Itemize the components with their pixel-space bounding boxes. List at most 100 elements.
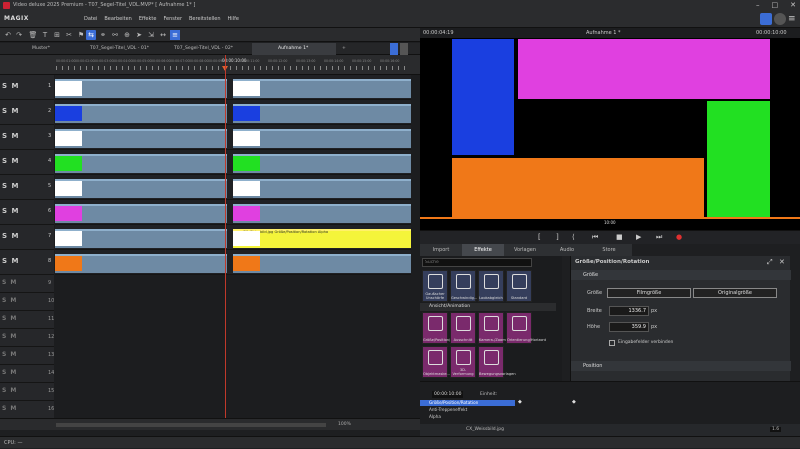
tab-aufnahme[interactable]: Aufnahme 1* <box>252 43 336 55</box>
solo-mute-buttons[interactable]: S M <box>2 315 17 322</box>
track-lane[interactable]: CX_Weissbild.jpg Größe/Position/Rotation… <box>55 225 411 250</box>
track-header[interactable]: S M 9 <box>0 275 54 293</box>
solo-mute-buttons[interactable]: S M <box>2 369 17 376</box>
track-header[interactable]: S M 1 <box>0 75 54 100</box>
snap-icon[interactable]: ⊕ <box>122 30 132 40</box>
maximize-icon[interactable]: □ <box>772 0 779 11</box>
view-storyboard-icon[interactable] <box>390 43 398 55</box>
track-header[interactable]: S M 13 <box>0 347 54 365</box>
track-lane[interactable] <box>55 75 411 100</box>
range-icon[interactable]: ↔ <box>158 30 168 40</box>
mark-out-icon[interactable]: ] <box>556 233 559 241</box>
track-header[interactable]: S M 4 <box>0 150 54 175</box>
track-lane[interactable] <box>55 125 411 150</box>
prev-marker-icon[interactable]: ⟨ <box>572 233 575 241</box>
track-header[interactable]: S M 7 <box>0 225 54 250</box>
tab-import[interactable]: Import <box>420 244 462 256</box>
track-header[interactable]: S M 14 <box>0 365 54 383</box>
solo-mute-buttons[interactable]: S M <box>2 182 19 190</box>
menu-datei[interactable]: Datei <box>84 16 97 22</box>
menu-icon[interactable]: ≡ <box>788 13 800 25</box>
originalgroesse-button[interactable]: Originalgröße <box>693 288 777 298</box>
tab-store[interactable]: Store <box>588 244 630 256</box>
kf-row-size[interactable]: Größe/Position/Rotation <box>420 400 515 406</box>
add-tab-icon[interactable]: + <box>338 43 350 55</box>
fx-ausschnitt[interactable]: Ausschnitt <box>450 312 476 344</box>
kf-page[interactable]: 1.6 <box>770 427 782 432</box>
track-header[interactable]: S M 16 <box>0 401 54 419</box>
menu-fenster[interactable]: Fenster <box>163 16 182 22</box>
group-icon[interactable]: ⚯ <box>110 30 120 40</box>
mode-icon[interactable] <box>760 13 772 25</box>
solo-mute-buttons[interactable]: S M <box>2 257 19 265</box>
tab-muster[interactable]: Muster* <box>28 43 84 55</box>
fx-3d[interactable]: 3D-Verformung <box>450 346 476 378</box>
track-header[interactable]: S M 8 <box>0 250 54 275</box>
view-timeline-icon[interactable] <box>400 43 408 55</box>
keyframe-tc[interactable]: 00:00:10:00 <box>432 391 464 398</box>
track-header[interactable]: S M 12 <box>0 329 54 347</box>
timeline-ruler[interactable]: 00:00:10:00 00:00:01:00 00:00:02:00 00:00:… <box>0 55 420 75</box>
fx-bewegung[interactable]: Bewegungsvorlagen <box>478 346 516 378</box>
tab-t07-02[interactable]: T07_Segel-Titel_VDL - 02* <box>170 43 252 55</box>
solo-mute-buttons[interactable]: S M <box>2 351 17 358</box>
solo-mute-buttons[interactable]: S M <box>2 157 19 165</box>
solo-mute-buttons[interactable]: S M <box>2 107 19 115</box>
effects-search-input[interactable] <box>422 258 532 267</box>
track-lane[interactable] <box>55 150 411 175</box>
solo-mute-buttons[interactable]: S M <box>2 333 17 340</box>
keyframe-diamond[interactable]: ◆ <box>572 399 576 405</box>
track-header[interactable]: S M 6 <box>0 200 54 225</box>
link-icon[interactable]: ⚭ <box>98 30 108 40</box>
track-lane[interactable] <box>55 200 411 225</box>
playhead-line[interactable] <box>225 55 226 418</box>
track-header[interactable]: S M 10 <box>0 293 54 311</box>
solo-mute-buttons[interactable]: S M <box>2 207 19 215</box>
track-lane[interactable] <box>55 175 411 200</box>
text-icon[interactable]: T <box>40 30 50 40</box>
fx-speed[interactable]: Geschwindig... <box>450 270 477 302</box>
close-icon[interactable]: ✕ <box>790 0 796 11</box>
tab-effekte[interactable]: Effekte <box>462 244 504 256</box>
close-panel-icon[interactable]: ✕ <box>779 258 785 266</box>
fx-look[interactable]: Lookabgleich <box>478 270 504 302</box>
split-icon[interactable]: ⊞ <box>52 30 62 40</box>
track-header[interactable]: S M 5 <box>0 175 54 200</box>
fx-size-position[interactable]: Größe/Position/Rot... <box>422 312 460 344</box>
stop-icon[interactable]: ■ <box>616 233 623 241</box>
section-position[interactable]: Position <box>571 361 791 371</box>
tab-audio[interactable]: Audio <box>546 244 588 256</box>
solo-mute-buttons[interactable]: S M <box>2 279 17 286</box>
tab-vorlagen[interactable]: Vorlagen <box>504 244 546 256</box>
track-lane[interactable] <box>55 100 411 125</box>
keyframe-diamond[interactable]: ◆ <box>518 399 522 405</box>
section-groesse[interactable]: Größe <box>571 270 791 280</box>
menu-hilfe[interactable]: Hilfe <box>228 16 239 22</box>
cut-icon[interactable]: ✂ <box>64 30 74 40</box>
link-fields-checkbox[interactable] <box>609 340 615 346</box>
arrow-icon[interactable]: ➤ <box>134 30 144 40</box>
kf-row-alpha[interactable]: Alpha <box>420 414 515 420</box>
solo-mute-buttons[interactable]: S M <box>2 405 17 412</box>
prev-frame-icon[interactable]: ⏮ <box>592 233 598 242</box>
track-header[interactable]: S M 2 <box>0 100 54 125</box>
solo-mute-buttons[interactable]: S M <box>2 387 17 394</box>
solo-mute-buttons[interactable]: S M <box>2 82 19 90</box>
fx-kamera[interactable]: Kamera-/Zoomfahrt <box>478 312 514 344</box>
filmgroesse-button[interactable]: Filmgröße <box>607 288 691 298</box>
menu-effekte[interactable]: Effekte <box>139 16 157 22</box>
fx-section-header[interactable]: Ansicht/Animation <box>420 303 556 311</box>
track-lane[interactable] <box>55 250 411 275</box>
fx-orientierung[interactable]: Orientierung/Horizont <box>506 312 546 344</box>
menu-bearbeiten[interactable]: Bearbeiten <box>104 16 131 22</box>
delete-icon[interactable]: 🗑 <box>28 30 38 40</box>
mark-in-icon[interactable]: [ <box>538 233 541 241</box>
kf-row-antialias[interactable]: Anti-Treppeneffekt <box>420 407 515 413</box>
height-input[interactable]: 359.9 <box>609 322 649 332</box>
user-icon[interactable] <box>774 13 786 25</box>
solo-mute-buttons[interactable]: S M <box>2 132 19 140</box>
preview-scrub-bar[interactable] <box>420 217 800 219</box>
fx-standard[interactable]: Standard <box>506 270 532 302</box>
expand-icon[interactable]: ⤢ <box>767 258 773 267</box>
select-icon[interactable]: ⇲ <box>146 30 156 40</box>
